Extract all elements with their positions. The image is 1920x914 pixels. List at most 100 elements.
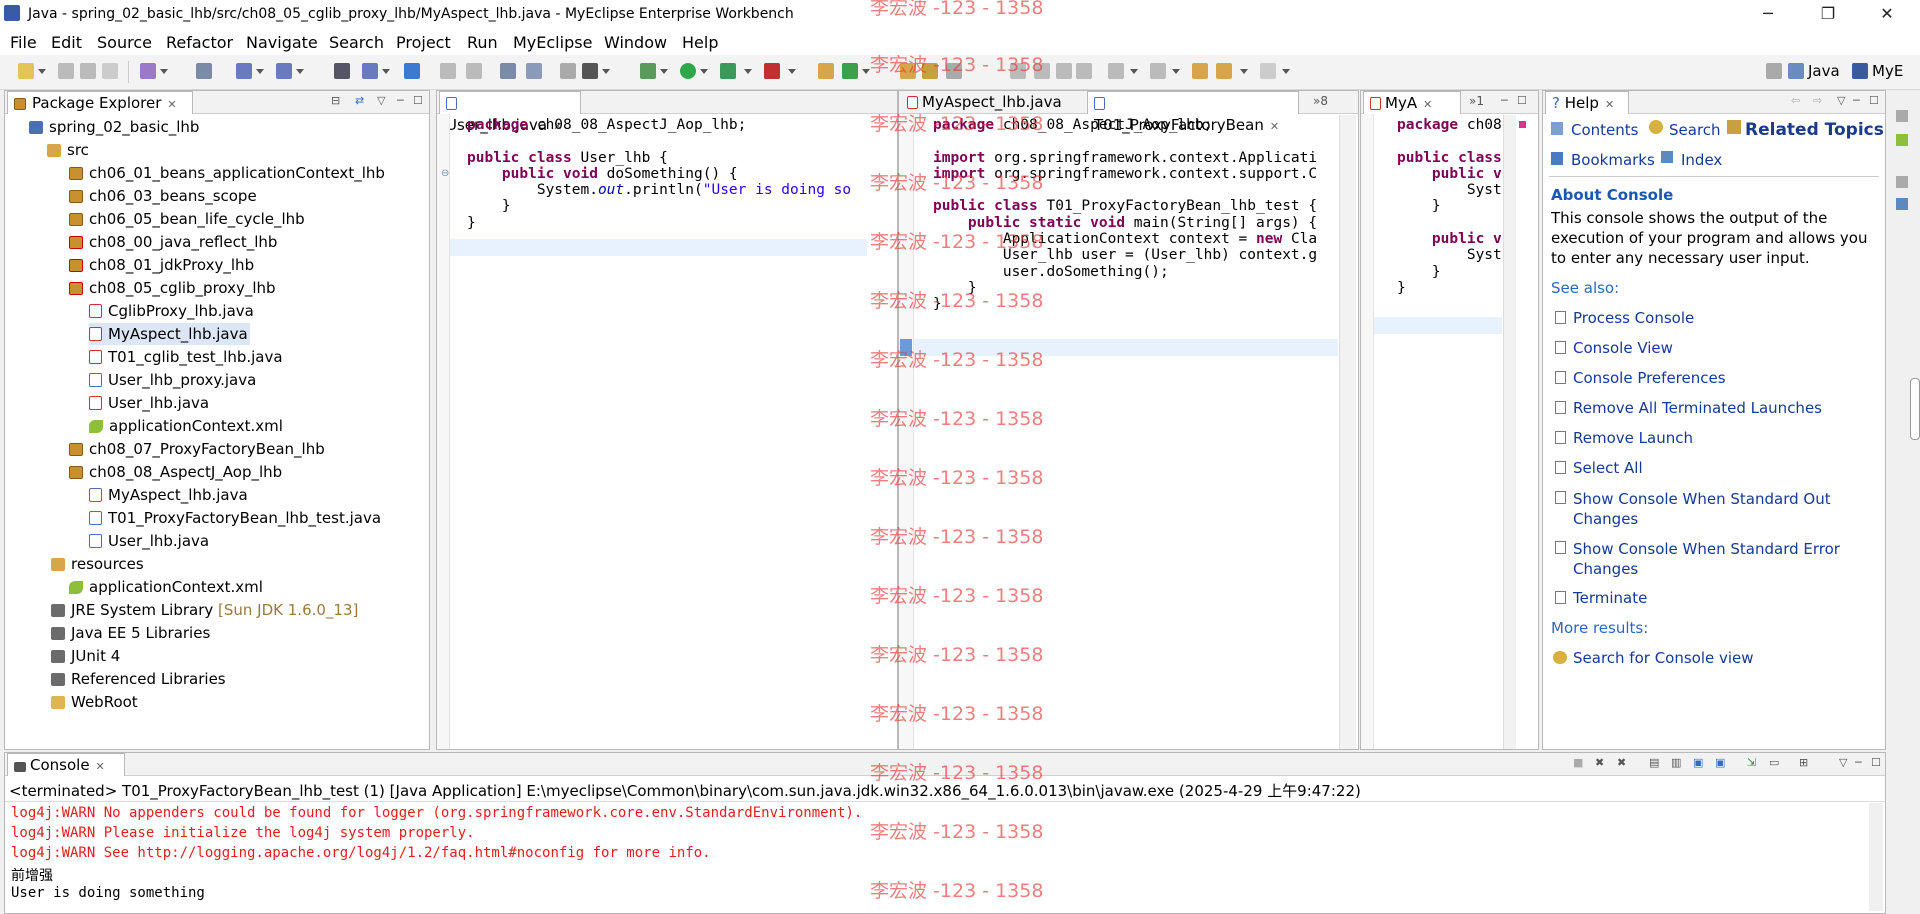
tab-t01-proxyfactorybean[interactable]: T01_ProxyFactoryBean ✕ [1087, 91, 1299, 134]
package-icon[interactable] [500, 63, 516, 79]
stop-icon[interactable]: ■ [1573, 756, 1583, 769]
code-area[interactable]: package ch08 public class public v Syst … [1397, 117, 1502, 296]
run-icon[interactable] [680, 63, 696, 79]
external-tools-icon[interactable] [764, 63, 780, 79]
chevron-down-icon[interactable] [660, 69, 668, 74]
tab-console[interactable]: Console ✕ [7, 753, 125, 776]
tree-item-package[interactable]: ch08_00_java_reflect_lhb [69, 231, 277, 253]
minimized-view-icon[interactable] [1896, 176, 1908, 188]
maximize-icon[interactable]: ☐ [1871, 756, 1881, 769]
tree-item-java-file[interactable]: T01_cglib_test_lhb.java [89, 346, 283, 368]
tree-item-java-file-selected[interactable]: MyAspect_lhb.java [89, 323, 250, 345]
chevron-down-icon[interactable] [862, 69, 870, 74]
menu-help[interactable]: Help [682, 33, 718, 52]
chevron-down-icon[interactable] [38, 69, 46, 74]
help-topic-link[interactable]: Remove Launch [1573, 429, 1693, 447]
menu-refactor[interactable]: Refactor [166, 33, 233, 52]
collapse-all-icon[interactable]: ⊟ [331, 94, 340, 107]
close-icon[interactable]: ✕ [1423, 98, 1432, 111]
tree-item-resources[interactable]: resources [51, 553, 144, 575]
menu-search[interactable]: Search [329, 33, 384, 52]
vertical-scrollbar[interactable] [1503, 115, 1516, 749]
maximize-icon[interactable]: ☐ [413, 94, 423, 107]
save-all-icon[interactable] [80, 63, 96, 79]
new-package-icon[interactable] [842, 63, 858, 79]
help-contents-link[interactable]: Contents [1571, 121, 1638, 139]
chevron-down-icon[interactable] [700, 69, 708, 74]
help-related-topics-link[interactable]: Related Topics [1745, 120, 1884, 140]
prev-annotation-icon[interactable] [1150, 63, 1166, 79]
help-search-link[interactable]: Search [1669, 121, 1721, 139]
chevron-down-icon[interactable] [602, 69, 610, 74]
maximize-icon[interactable]: ☐ [1517, 94, 1527, 107]
pilcrow-icon[interactable] [1076, 63, 1092, 79]
remove-launch-icon[interactable]: ✖ [1595, 756, 1604, 769]
server-icon[interactable] [276, 63, 292, 79]
browser-icon[interactable] [404, 63, 420, 79]
tree-item-package[interactable]: ch08_08_AspectJ_Aop_lhb [69, 461, 282, 483]
minimize-icon[interactable]: ─ [1853, 94, 1860, 107]
display-console-icon[interactable]: ▭ [1769, 756, 1779, 769]
tree-item-webroot[interactable]: WebRoot [51, 691, 138, 713]
show-on-stdout-icon[interactable]: ▣ [1693, 756, 1703, 769]
tree-item-package[interactable]: ch06_03_beans_scope [69, 185, 257, 207]
run-history-icon[interactable] [720, 63, 736, 79]
maximize-button[interactable]: ❐ [1805, 3, 1851, 25]
menu-source[interactable]: Source [97, 33, 152, 52]
scroll-thumb[interactable] [1910, 378, 1920, 440]
help-topic-link[interactable]: Show Console When Standard Out Changes [1573, 489, 1863, 529]
tree-item-package[interactable]: ch08_07_ProxyFactoryBean_lhb [69, 438, 325, 460]
tree-item-java-file[interactable]: User_lhb.java [89, 530, 209, 552]
minimize-icon[interactable]: ─ [397, 94, 404, 107]
tree-item-library[interactable]: JUnit 4 [51, 645, 120, 667]
pin-console-icon[interactable]: ⇲ [1747, 756, 1756, 769]
tab-package-explorer[interactable]: Package Explorer ✕ [7, 91, 193, 114]
chevron-down-icon[interactable] [1172, 69, 1180, 74]
new-class-icon[interactable] [818, 63, 834, 79]
tree-item-package[interactable]: ch08_05_cglib_proxy_lhb [69, 277, 276, 299]
code-area[interactable]: package ch08_08_AspectJ_Aop_lhb; import … [933, 117, 1317, 313]
vertical-scrollbar[interactable] [1869, 803, 1883, 911]
help-topic-link[interactable]: Console Preferences [1573, 369, 1726, 387]
view-menu-icon[interactable]: ▽ [1837, 94, 1845, 107]
menu-run[interactable]: Run [467, 33, 498, 52]
java-perspective-icon[interactable] [1788, 63, 1804, 79]
tree-item-library[interactable]: Referenced Libraries [51, 668, 226, 690]
close-button[interactable]: ✕ [1864, 3, 1910, 25]
minimized-view-icon[interactable] [1896, 110, 1908, 122]
open-type-icon[interactable] [140, 63, 156, 79]
perspective-java[interactable]: Java [1808, 62, 1840, 80]
chevron-down-icon[interactable] [160, 69, 168, 74]
next-annotation-icon[interactable] [1108, 63, 1124, 79]
terminal-icon[interactable] [582, 63, 598, 79]
tab-myaspect[interactable]: MyA ✕ [1363, 91, 1461, 114]
tree-item-package[interactable]: ch06_01_beans_applicationContext_lhb [69, 162, 385, 184]
nav-icon[interactable] [440, 63, 456, 79]
back-icon[interactable]: ⇦ [1791, 94, 1800, 107]
class-icon[interactable] [526, 63, 542, 79]
tree-item-package[interactable]: ch06_05_bean_life_cycle_lhb [69, 208, 305, 230]
tree-item-library[interactable]: Java EE 5 Libraries [51, 622, 210, 644]
remove-all-icon[interactable]: ✖ [1617, 756, 1626, 769]
new-icon[interactable] [18, 63, 34, 79]
tree-item-java-file[interactable]: User_lhb_proxy.java [89, 369, 256, 391]
nav2-icon[interactable] [466, 63, 482, 79]
help-search-console-link[interactable]: Search for Console view [1573, 649, 1754, 667]
minimize-button[interactable]: ─ [1745, 3, 1791, 25]
forward-arrow-icon[interactable] [1260, 63, 1276, 79]
menu-edit[interactable]: Edit [51, 33, 82, 52]
chevron-down-icon[interactable] [256, 69, 264, 74]
tree-item-java-file[interactable]: T01_ProxyFactoryBean_lhb_test.java [89, 507, 381, 529]
help-topic-link[interactable]: Show Console When Standard Error Changes [1573, 539, 1863, 579]
more-tabs-icon[interactable]: »8 [1313, 94, 1328, 108]
back-arrow-icon[interactable] [1216, 63, 1232, 79]
perspective-myeclipse[interactable]: MyE [1872, 62, 1903, 80]
show-on-stderr-icon[interactable]: ▣ [1715, 756, 1725, 769]
chevron-down-icon[interactable] [1130, 69, 1138, 74]
outline-view-icon[interactable] [1896, 198, 1908, 210]
chevron-down-icon[interactable] [296, 69, 304, 74]
print-icon[interactable] [102, 63, 118, 79]
tree-item-java-file[interactable]: CglibProxy_lhb.java [89, 300, 254, 322]
tab-help[interactable]: ? Help ✕ [1545, 91, 1629, 114]
help-topic-link[interactable]: Process Console [1573, 309, 1694, 327]
